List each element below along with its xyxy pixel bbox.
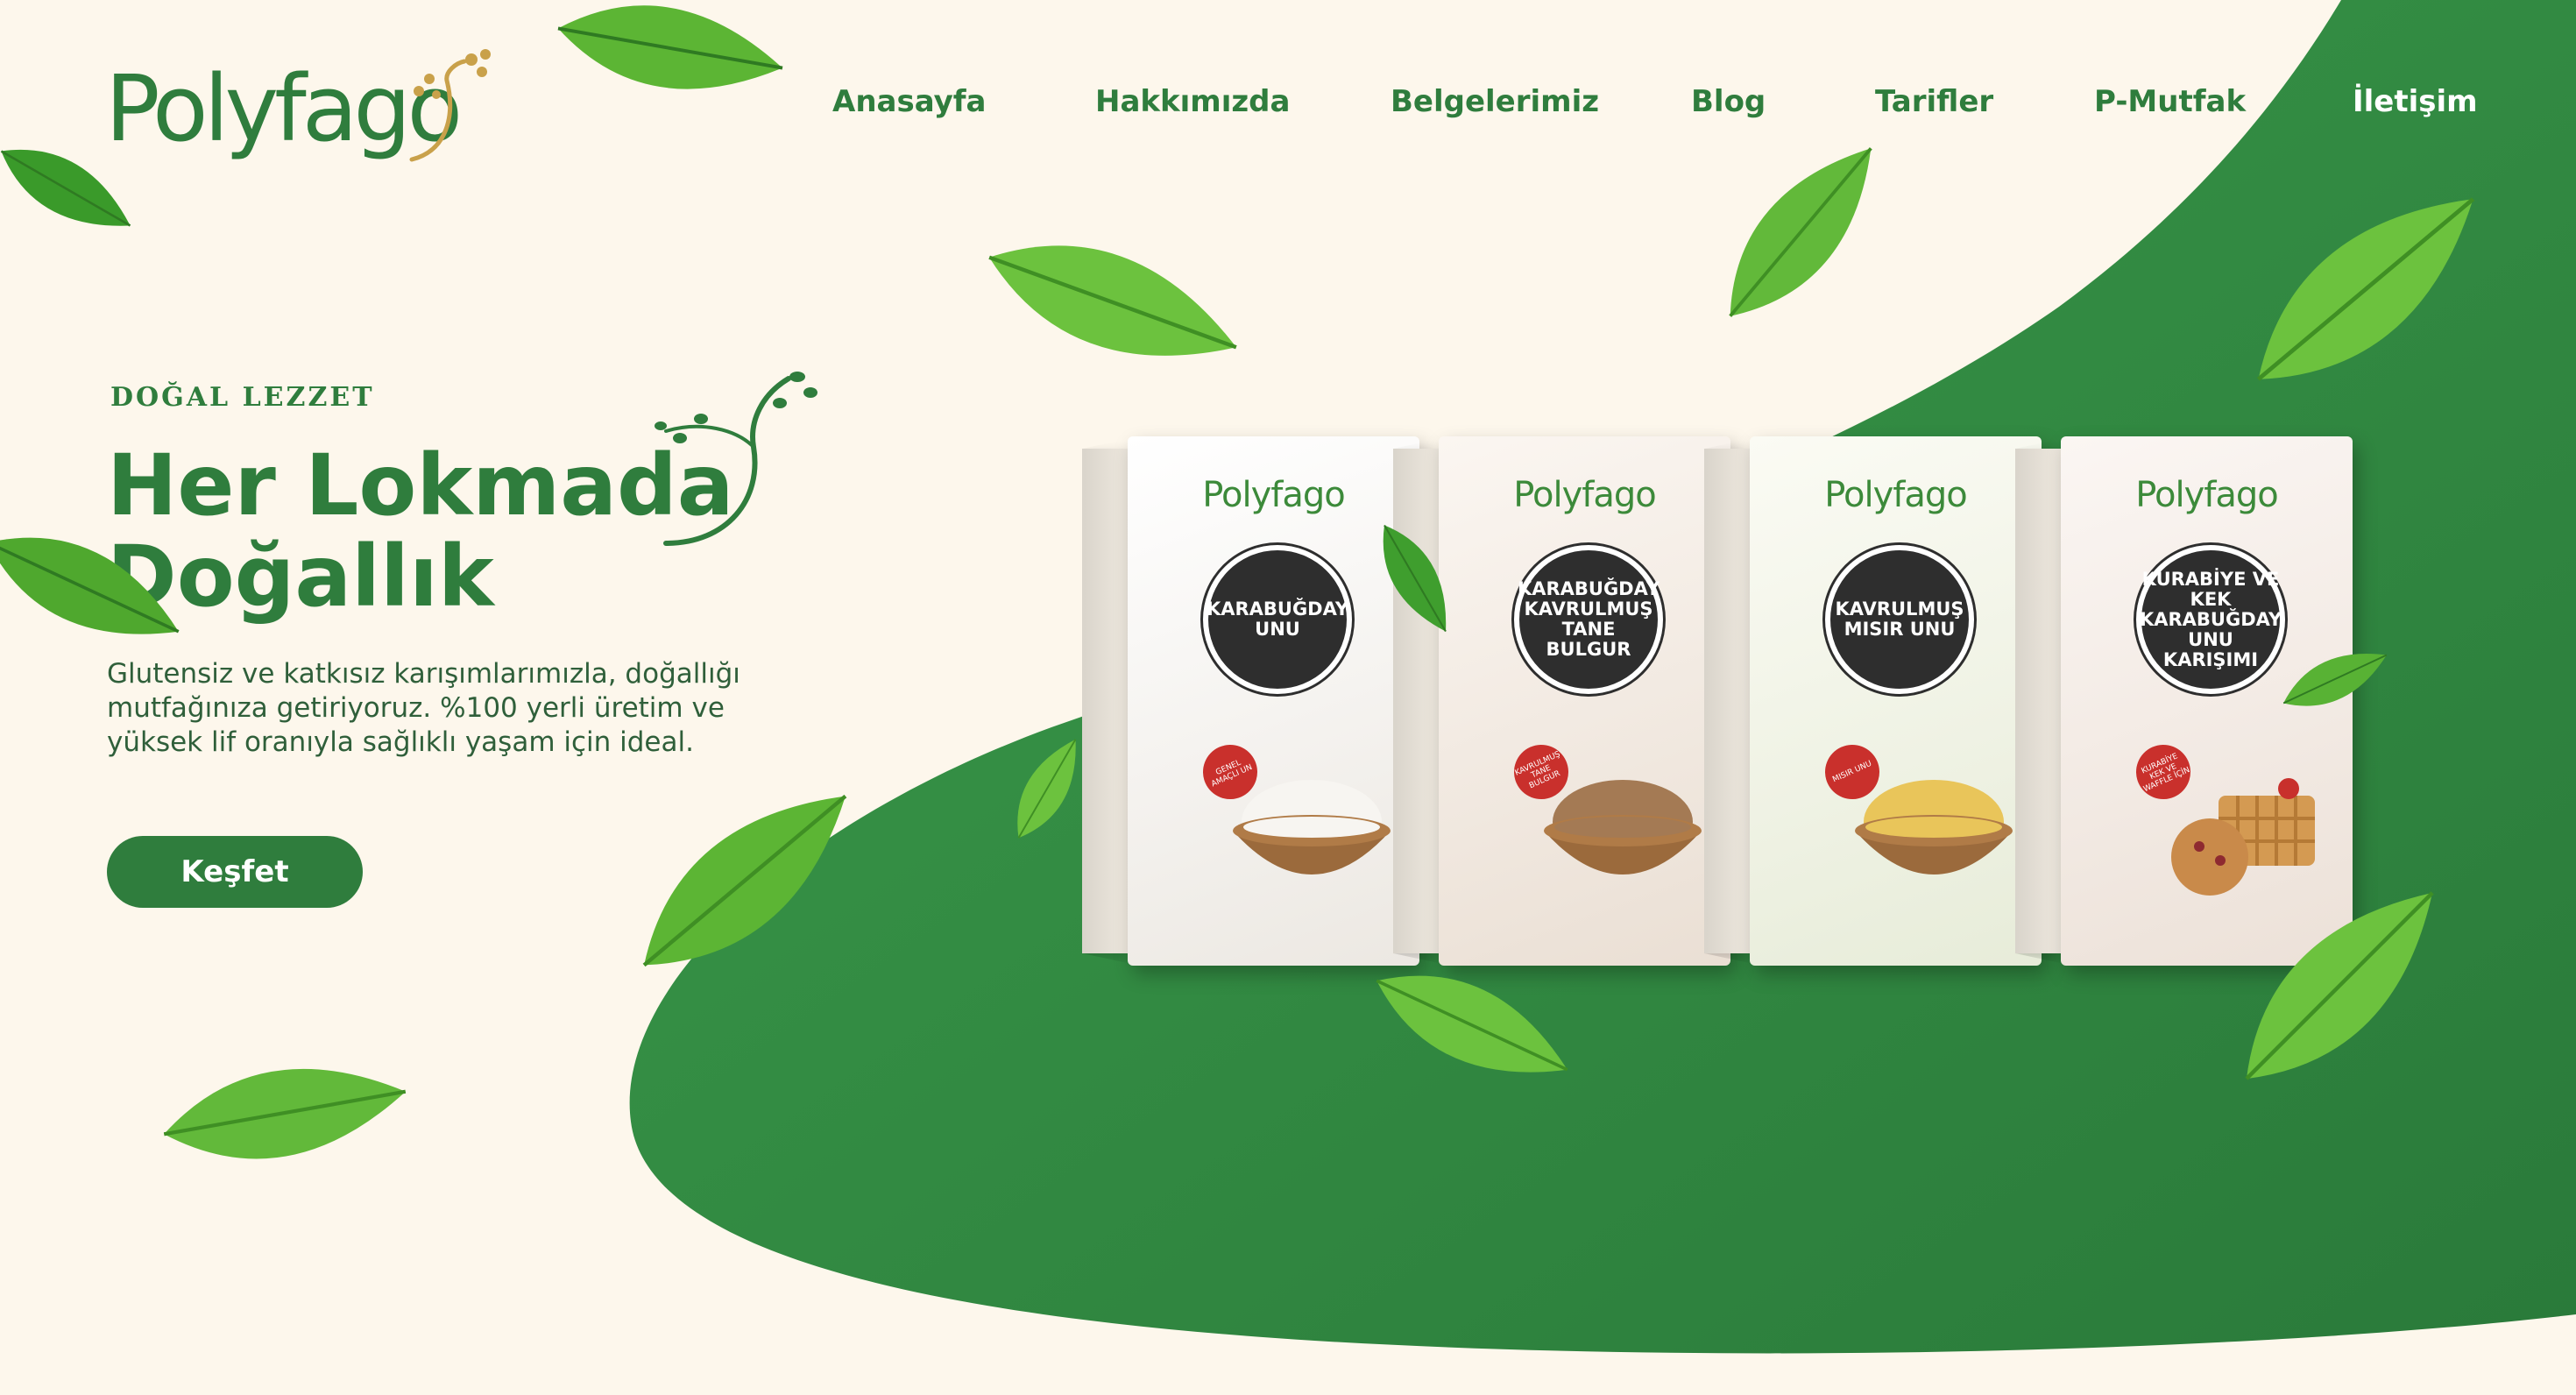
nav-item-iletisim[interactable]: İletişim [2353, 84, 2478, 119]
product-name-badge: KURABİYE VE KEK KARABUĞDAY UNU KARIŞIMI [2136, 545, 2285, 694]
bowl-icon [1233, 780, 1391, 875]
product-name-badge: KARABUĞDAY KAVRULMUŞ TANE BULGUR [1514, 545, 1663, 694]
main-nav: Anasayfa Hakkımızda Belgelerimiz Blog Ta… [832, 84, 2478, 137]
hero-description: Glutensiz ve katkısız karışımlarımızla, … [107, 658, 740, 758]
nav-item-blog[interactable]: Blog [1691, 84, 1766, 119]
hero-headline: Her Lokmada Doğallık [107, 440, 825, 622]
product-box[interactable]: Polyfago KAVRULMUŞ MISIR UNU MISIR UNU [1704, 429, 2042, 973]
nav-item-tarifler[interactable]: Tarifler [1875, 84, 1993, 119]
nav-item-anasayfa[interactable]: Anasayfa [832, 84, 987, 119]
brand-logo[interactable]: Polyfago [105, 46, 508, 177]
product-lineup: Polyfago KARABUĞDAY UNU GENEL AMAÇLI UN … [1082, 429, 2414, 973]
nav-item-belgelerimiz[interactable]: Belgelerimiz [1391, 84, 1599, 119]
bowl-icon [1855, 780, 2013, 875]
product-box[interactable]: Polyfago KARABUĞDAY KAVRULMUŞ TANE BULGU… [1393, 429, 1730, 973]
headline-line-1: Her Lokmada [107, 436, 734, 535]
box-front: Polyfago KARABUĞDAY UNU GENEL AMAÇLI UN [1128, 436, 1419, 966]
nav-item-hakkimizda[interactable]: Hakkımızda [1095, 84, 1290, 119]
hero-eyebrow: DOĞAL LEZZET [110, 382, 375, 413]
waffle-icon [2171, 778, 2315, 896]
box-brand: Polyfago [1513, 475, 1656, 515]
box-brand: Polyfago [1202, 475, 1345, 515]
discover-button[interactable]: Keşfet [107, 836, 363, 908]
sprig-icon [409, 49, 491, 162]
bowl-icon [1544, 780, 1702, 875]
nav-item-p-mutfak[interactable]: P-Mutfak [2094, 84, 2246, 119]
box-brand: Polyfago [1824, 475, 1967, 515]
product-box[interactable]: Polyfago KARABUĞDAY UNU GENEL AMAÇLI UN [1082, 429, 1419, 973]
box-front: Polyfago KARABUĞDAY KAVRULMUŞ TANE BULGU… [1439, 436, 1730, 966]
product-name-badge: KARABUĞDAY UNU [1203, 545, 1352, 694]
box-side-panel [2015, 449, 2063, 953]
box-side-panel [1704, 449, 1752, 953]
box-brand: Polyfago [2135, 475, 2278, 515]
box-side-panel [1082, 449, 1129, 953]
box-front: Polyfago KAVRULMUŞ MISIR UNU MISIR UNU [1750, 436, 2042, 966]
product-name-badge: KAVRULMUŞ MISIR UNU [1825, 545, 1974, 694]
